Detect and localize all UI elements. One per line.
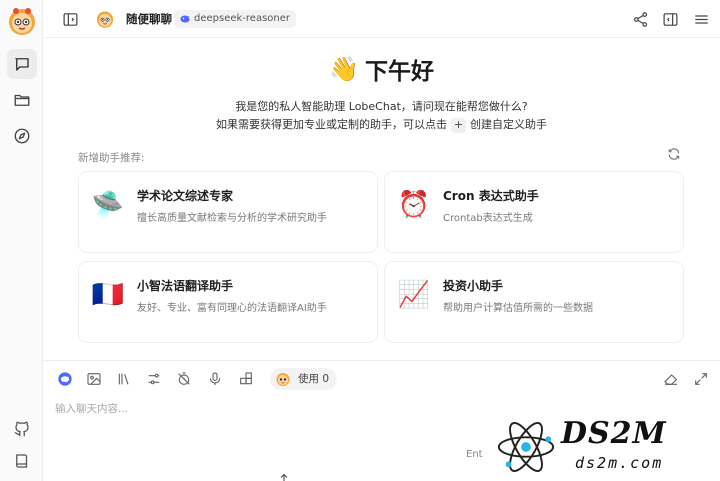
share-icon — [633, 11, 647, 27]
assistant-card-title: Cron 表达式助手 — [443, 189, 539, 203]
watermark-url: ds2m.com — [575, 454, 664, 472]
model-select-button[interactable] — [55, 369, 75, 389]
sidebar-toggle-button[interactable] — [59, 8, 81, 30]
assistant-card-title: 投资小助手 — [443, 279, 504, 293]
clear-button[interactable] — [661, 369, 681, 389]
assistant-card-icon: ⏰ — [397, 190, 431, 220]
assistant-card-icon: 🛸 — [91, 190, 125, 220]
assistant-card[interactable]: 🇫🇷 小智法语翻译助手 友好、专业、富有同理心的法语翻译AI助手 — [78, 261, 378, 343]
mic-icon — [209, 372, 221, 385]
chat-title: 随便聊聊 — [126, 12, 172, 26]
github-icon — [14, 421, 29, 437]
voice-input-button[interactable] — [205, 369, 225, 389]
watermark-logo: DS2M — [561, 416, 667, 451]
plugins-icon — [240, 372, 252, 385]
user-avatar[interactable] — [6, 5, 38, 37]
assistant-card[interactable]: ⏰ Cron 表达式助手 Crontab表达式生成 — [384, 171, 684, 253]
share-button[interactable] — [629, 8, 651, 30]
assistant-card[interactable]: 📈 投资小助手 帮助用户计算估值所需的一些数据 — [384, 261, 684, 343]
create-assistant-button[interactable]: + — [451, 117, 466, 133]
expand-icon — [695, 373, 707, 385]
token-usage-chip[interactable]: 使用 0 — [270, 368, 338, 390]
watermark: DS2M ds2m.com — [483, 412, 720, 481]
intro-text-before: 如果需要获得更加专业或定制的助手，可以点击 — [216, 118, 447, 131]
sidebar-discover-button[interactable] — [7, 121, 37, 151]
panel-icon — [663, 12, 677, 26]
image-icon — [87, 373, 101, 385]
menu-button[interactable] — [690, 8, 712, 30]
eraser-icon — [664, 374, 678, 385]
timer-off-icon — [178, 372, 190, 385]
model-tag[interactable]: deepseek-reasoner — [174, 10, 297, 28]
assistant-card-title: 小智法语翻译助手 — [137, 279, 234, 293]
assistant-card-icon: 🇫🇷 — [91, 280, 125, 310]
intro-line-1: 我是您的私人智能助理 LobeChat，请问现在能帮您做什么? — [235, 100, 528, 113]
greeting-text: 下午好 — [364, 59, 434, 85]
folder-icon — [14, 94, 30, 106]
upload-image-button[interactable] — [84, 369, 104, 389]
recommend-label: 新增助手推荐: — [78, 152, 145, 164]
chat-avatar — [96, 11, 114, 28]
assistant-card-desc: 友好、专业、富有同理心的法语翻译AI助手 — [137, 303, 327, 314]
assistant-card-title: 学术论文综述专家 — [137, 189, 234, 203]
library-icon — [118, 373, 129, 385]
knowledge-base-button[interactable] — [114, 369, 134, 389]
sidebar-docs-button[interactable] — [7, 446, 37, 476]
assistant-card-desc: 擅长高质量文献检索与分析的学术研究助手 — [137, 213, 327, 224]
menu-icon — [694, 14, 708, 24]
model-name: deepseek-reasoner — [194, 13, 291, 24]
model-icon — [58, 372, 72, 386]
token-usage-label: 使用 0 — [298, 373, 330, 385]
deepseek-icon — [180, 15, 190, 23]
sidebar-github-button[interactable] — [7, 414, 37, 444]
assistant-card-icon: 📈 — [397, 280, 431, 310]
sliders-icon — [148, 373, 160, 385]
chat-header: 随便聊聊 deepseek-reasoner — [43, 0, 720, 38]
assistant-avatar-icon — [276, 373, 290, 386]
fullscreen-button[interactable] — [691, 369, 711, 389]
sidebar-toggle-icon — [63, 12, 77, 26]
greeting: 👋 下午好 — [0, 52, 720, 86]
refresh-icon[interactable] — [667, 147, 681, 161]
plugins-button[interactable] — [236, 369, 256, 389]
assistant-card-desc: 帮助用户计算估值所需的一些数据 — [443, 303, 593, 314]
params-button[interactable] — [144, 369, 164, 389]
compass-icon — [14, 128, 30, 144]
assistant-card[interactable]: 🛸 学术论文综述专家 擅长高质量文献检索与分析的学术研究助手 — [78, 171, 378, 253]
book-icon — [16, 454, 28, 468]
intro-text-after: 创建自定义助手 — [470, 118, 547, 131]
panel-toggle-button[interactable] — [659, 8, 681, 30]
assistant-card-desc: Crontab表达式生成 — [443, 213, 533, 224]
intro-line-2: 如果需要获得更加专业或定制的助手，可以点击 + 创建自定义助手 — [43, 116, 720, 133]
arrow-up-icon — [280, 473, 288, 481]
waving-hand-icon: 👋 — [329, 55, 359, 83]
history-limit-button[interactable] — [174, 369, 194, 389]
sidebar-files-button[interactable] — [7, 85, 37, 115]
atom-logo-icon — [497, 422, 555, 472]
chat-input[interactable]: 输入聊天内容... — [55, 401, 128, 416]
